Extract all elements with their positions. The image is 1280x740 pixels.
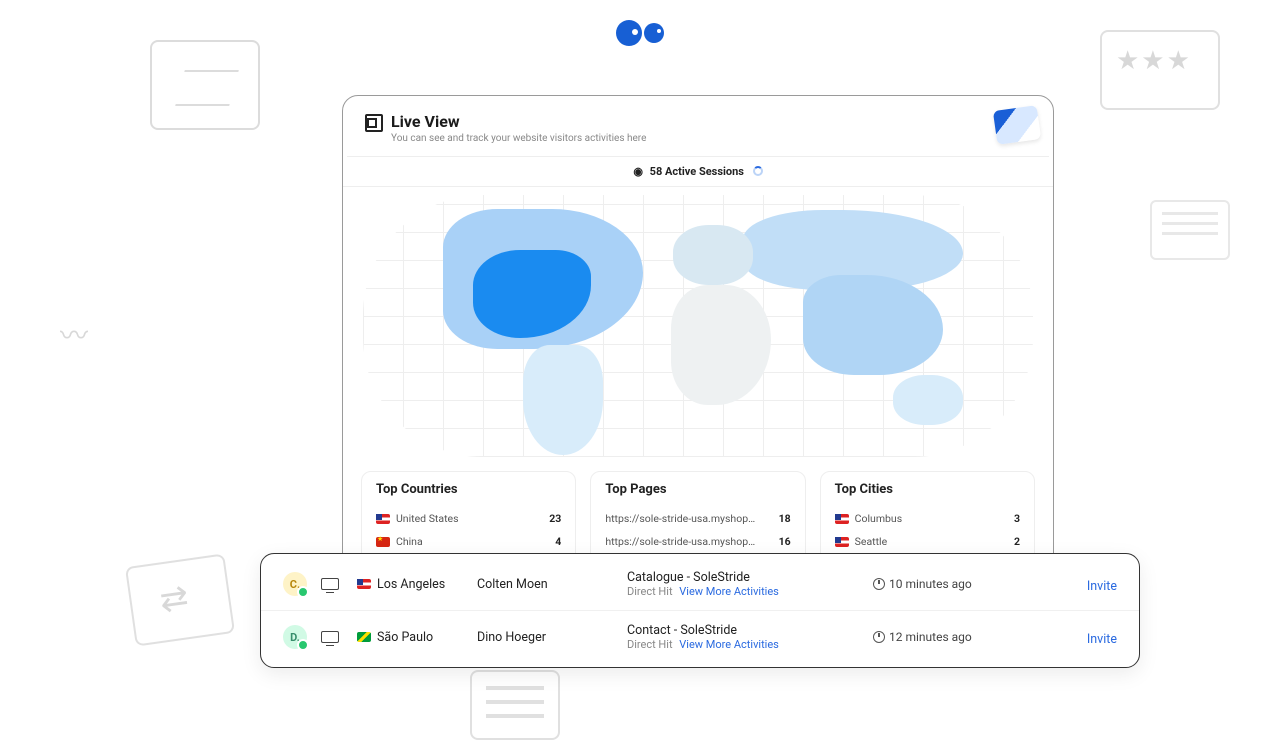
activity-time: 12 minutes ago (889, 630, 972, 644)
city-row[interactable]: Seattle 2 (835, 530, 1020, 553)
laptop-icon (321, 631, 339, 643)
decoration-chart-bubble (150, 40, 260, 130)
sessions-bar: ◉ 58 Active Sessions (343, 157, 1053, 187)
country-row[interactable]: United States 23 (376, 507, 561, 530)
card-title: Live View (391, 112, 646, 131)
laptop-icon (321, 578, 339, 590)
flag-icon (835, 514, 849, 524)
activity-time: 10 minutes ago (889, 577, 972, 591)
decoration-lines-bubble (1150, 200, 1230, 260)
visitor-avatar[interactable]: C. (283, 572, 307, 596)
invite-button[interactable]: Invite (1087, 579, 1117, 594)
flag-icon (376, 514, 390, 524)
country-row[interactable]: China 4 (376, 530, 561, 553)
top-cities-title: Top Cities (835, 482, 1020, 497)
flag-icon (376, 537, 390, 547)
world-map[interactable] (363, 195, 1033, 457)
invite-button[interactable]: Invite (1087, 632, 1117, 647)
visited-page: Contact - SoleStride (627, 623, 873, 638)
city-row[interactable]: Columbus 3 (835, 507, 1020, 530)
decorative-illustration (993, 105, 1041, 145)
top-cities-card: Top Cities Columbus 3 Seattle 2 (820, 471, 1035, 564)
decoration-arrows-bubble (125, 553, 235, 646)
card-subtitle: You can see and track your website visit… (391, 133, 646, 144)
page-row[interactable]: https://sole-stride-usa.myshopify.com/p.… (605, 507, 790, 530)
target-icon: ◉ (633, 165, 643, 178)
visitor-name: Colten Moen (477, 577, 627, 592)
top-countries-card: Top Countries United States 23 China 4 (361, 471, 576, 564)
visitor-city: São Paulo (377, 630, 433, 645)
traffic-source: Direct Hit (627, 585, 673, 598)
page-row[interactable]: https://sole-stride-usa.myshopify.com/ 1… (605, 530, 790, 553)
decoration-wave (60, 300, 110, 340)
top-countries-title: Top Countries (376, 482, 561, 497)
flag-icon (357, 579, 371, 589)
flag-icon (835, 537, 849, 547)
flag-icon (357, 632, 371, 642)
traffic-source: Direct Hit (627, 638, 673, 651)
visited-page: Catalogue - SoleStride (627, 570, 873, 585)
building-icon (365, 114, 383, 132)
top-pages-card: Top Pages https://sole-stride-usa.myshop… (590, 471, 805, 564)
decoration-rating-bubble (1100, 30, 1220, 110)
visitor-avatar[interactable]: D. (283, 625, 307, 649)
clock-icon (873, 578, 885, 590)
view-more-activities-link[interactable]: View More Activities (679, 638, 779, 651)
app-logo (616, 20, 664, 46)
clock-icon (873, 631, 885, 643)
loading-spinner-icon (753, 166, 763, 176)
activity-row: C. Los Angeles Colten Moen Catalogue - S… (261, 558, 1139, 610)
view-more-activities-link[interactable]: View More Activities (679, 585, 779, 598)
activity-row: D. São Paulo Dino Hoeger Contact - SoleS… (261, 610, 1139, 663)
top-pages-title: Top Pages (605, 482, 790, 497)
activity-panel: C. Los Angeles Colten Moen Catalogue - S… (260, 553, 1140, 668)
sessions-count: 58 Active Sessions (650, 165, 744, 178)
visitor-name: Dino Hoeger (477, 630, 627, 645)
visitor-city: Los Angeles (377, 577, 445, 592)
decoration-list-bubble (470, 670, 560, 740)
